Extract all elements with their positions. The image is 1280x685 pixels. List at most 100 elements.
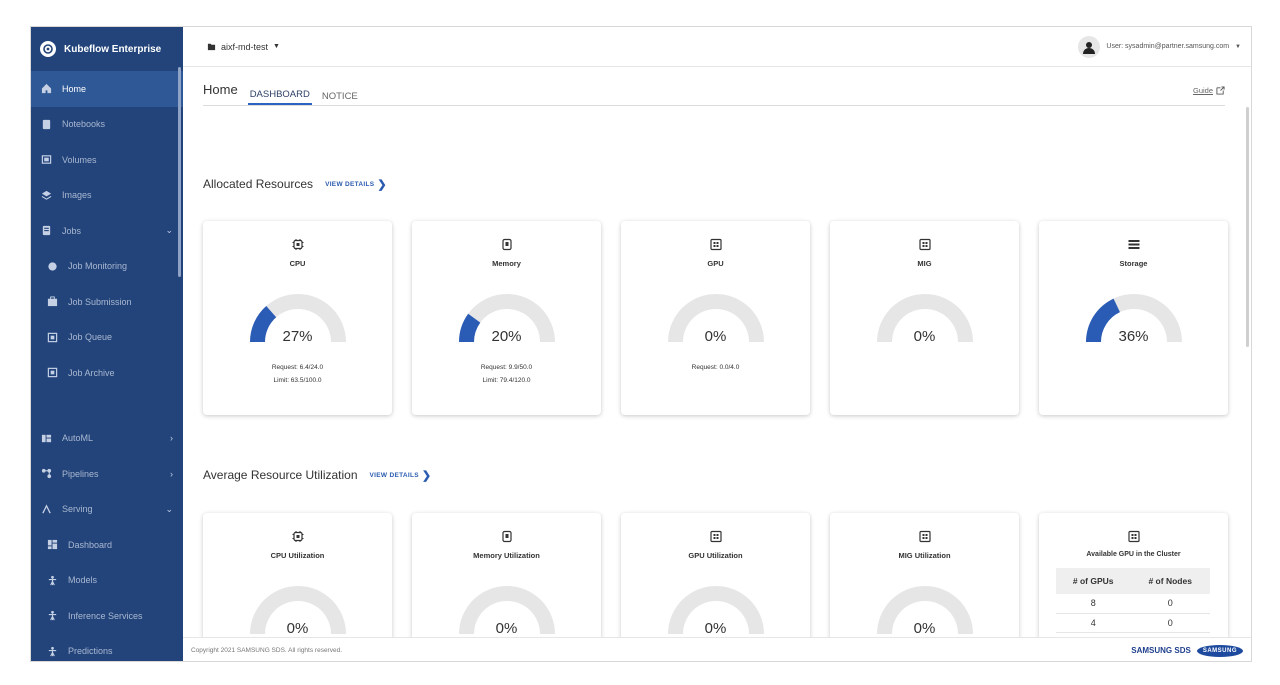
column-header: # of GPUs (1056, 568, 1131, 594)
main-scrollbar[interactable] (1246, 107, 1249, 347)
card-label: CPU Utilization (270, 551, 325, 560)
card-label: MIG Utilization (898, 551, 951, 560)
chevron-right-icon: ❯ (377, 178, 387, 191)
sidebar-item-label: Models (68, 575, 98, 586)
sidebar-item-label: Jobs (62, 225, 82, 236)
view-details-allocated-button[interactable]: VIEW DETAILS ❯ (325, 178, 387, 191)
card-label: CPU (289, 259, 306, 268)
guide-link[interactable]: Guide (1193, 86, 1225, 105)
card-label: GPU (707, 259, 724, 268)
sidebar-item-serving[interactable]: Serving ⌄ (31, 492, 183, 528)
sidebar-item-label: Notebooks (62, 119, 106, 130)
sidebar-item-images[interactable]: Images (31, 178, 183, 214)
sidebar-item-job-queue[interactable]: Job Queue (31, 320, 183, 356)
sidebar-item-job-monitoring[interactable]: Job Monitoring (31, 249, 183, 285)
sidebar-item-label: Predictions (68, 646, 113, 657)
chevron-down-icon: ⌄ (165, 503, 173, 514)
sidebar-item-label: Inference Services (68, 610, 143, 621)
kubeflow-logo-icon (40, 41, 56, 57)
mig-icon (918, 530, 931, 543)
view-details-label: VIEW DETAILS (325, 180, 375, 188)
view-details-utilization-button[interactable]: VIEW DETAILS ❯ (370, 469, 432, 482)
sidebar-item-predictions[interactable]: Predictions (31, 634, 183, 662)
sidebar-item-label: Job Submission (68, 296, 132, 307)
gpus-cell: 4 (1056, 613, 1131, 633)
namespace-selector[interactable]: aixf-md-test ▼ (207, 42, 280, 52)
sidebar-item-label: Images (62, 190, 92, 201)
tab-dashboard[interactable]: DASHBOARD (247, 89, 312, 105)
page-header: Home DASHBOARD NOTICE Guide (203, 79, 1225, 106)
folder-icon (207, 43, 216, 51)
tab-notice[interactable]: NOTICE (320, 91, 360, 105)
automl-icon (41, 433, 52, 444)
gpu-icon (1127, 530, 1140, 543)
sidebar-item-dashboard[interactable]: Dashboard (31, 527, 183, 563)
card-label: Memory Utilization (473, 551, 540, 560)
footer: Copyright 2021 SAMSUNG SDS. All rights r… (183, 637, 1251, 661)
gpu-icon (709, 530, 722, 543)
chevron-right-icon: ❯ (421, 469, 432, 482)
sidebar-nav: Home Notebooks Volumes Images Jobs ⌄ Job Monit… (31, 71, 183, 662)
gpu-utilization-card: GPU Utilization 0% (621, 513, 810, 637)
nodes-cell: 0 (1130, 594, 1210, 614)
sidebar-item-job-submission[interactable]: Job Submission (31, 284, 183, 320)
mig-card: MIG 0% (830, 221, 1019, 415)
table-row: 40 (1056, 613, 1210, 633)
home-icon (41, 83, 52, 94)
user-menu[interactable]: User: sysadmin@partner.samsung.com ▼ (1078, 35, 1241, 58)
sidebar: Kubeflow Enterprise Home Notebooks Volumes… (31, 27, 183, 662)
predictions-icon (47, 646, 58, 657)
card-label: Storage (1119, 259, 1148, 268)
sidebar-item-pipelines[interactable]: Pipelines › (31, 456, 183, 492)
card-label: MIG (917, 259, 932, 268)
gpu-availability-table: # of GPUs# of Nodes80402212 (1056, 568, 1210, 637)
available-gpu-card: Available GPU in the Cluster # of GPUs # o… (1039, 513, 1228, 637)
sidebar-item-automl[interactable]: AutoML › (31, 421, 183, 457)
dashboard-icon (47, 539, 58, 550)
brand-name: Kubeflow Enterprise (64, 43, 162, 55)
column-header: # of Nodes (1130, 568, 1210, 594)
gpus-cell: 8 (1056, 594, 1131, 614)
section-title: Allocated Resources (203, 177, 314, 191)
sidebar-item-label: Volumes (62, 154, 97, 165)
top-bar: aixf-md-test ▼ User: sysadmin@partner.sa… (183, 27, 1251, 67)
brand[interactable]: Kubeflow Enterprise (31, 27, 183, 71)
sidebar-scrollbar[interactable] (178, 67, 181, 277)
gauge-value: 0% (704, 620, 727, 637)
mig-utilization-card: MIG Utilization 0% (830, 513, 1019, 637)
user-email: User: sysadmin@partner.samsung.com (1106, 43, 1230, 50)
queue-icon (47, 332, 58, 343)
allocated-resources-header: Allocated Resources VIEW DETAILS ❯ (203, 177, 387, 191)
card-detail-line: Request: 0.0/4.0 (691, 364, 740, 371)
main-content: Home DASHBOARD NOTICE Guide Allocated Re… (183, 67, 1251, 637)
sidebar-item-label: Job Monitoring (68, 261, 128, 272)
sidebar-item-models[interactable]: Models (31, 563, 183, 599)
models-icon (47, 575, 58, 586)
sidebar-item-inference-services[interactable]: Inference Services (31, 598, 183, 634)
cpu-icon (292, 239, 303, 250)
utilization-header: Average Resource Utilization VIEW DETAIL… (203, 468, 431, 482)
card-detail-line: Request: 6.4/24.0 (271, 364, 324, 371)
notebook-icon (41, 119, 52, 130)
sidebar-item-jobs[interactable]: Jobs ⌄ (31, 213, 183, 249)
card-detail-line: Request: 9.9/50.0 (480, 364, 533, 371)
nav-spacer (31, 391, 183, 421)
sidebar-item-notebooks[interactable]: Notebooks (31, 107, 183, 143)
external-link-icon (1216, 86, 1225, 95)
inference-icon (47, 610, 58, 621)
gauge-value: 0% (704, 328, 727, 345)
gauge-value: 36% (1118, 328, 1149, 345)
mig-icon (918, 238, 931, 251)
pipelines-icon (41, 468, 52, 479)
gauge-value: 27% (282, 328, 313, 345)
card-detail-line: Limit: 63.5/100.0 (273, 377, 322, 384)
section-title: Average Resource Utilization (203, 468, 358, 482)
sidebar-item-volumes[interactable]: Volumes (31, 142, 183, 178)
sidebar-item-label: Job Queue (68, 332, 113, 343)
sidebar-item-home[interactable]: Home (31, 71, 183, 107)
sidebar-item-label: Pipelines (62, 468, 99, 479)
guide-label: Guide (1192, 86, 1213, 95)
memory-utilization-card: Memory Utilization 0% (412, 513, 601, 637)
sidebar-item-job-archive[interactable]: Job Archive (31, 355, 183, 391)
app-window: Kubeflow Enterprise Home Notebooks Volumes… (30, 26, 1252, 662)
